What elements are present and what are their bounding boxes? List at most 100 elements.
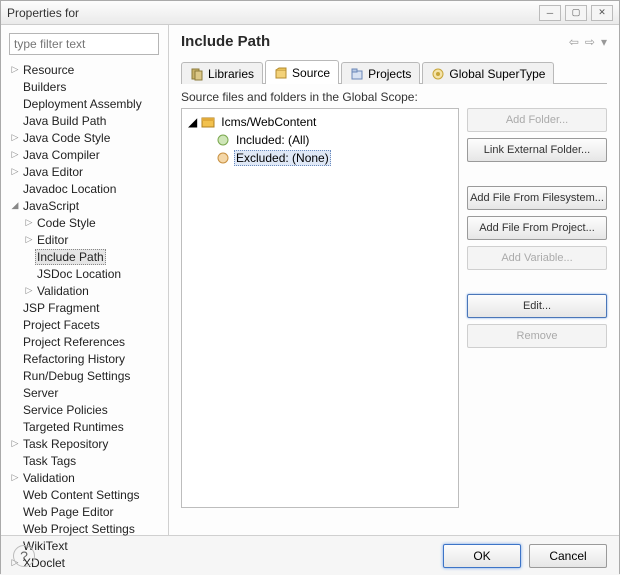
tree-node[interactable]: ▷Code Style (9, 214, 162, 231)
tree-node-label: Task Tags (21, 454, 78, 468)
window-title: Properties for (7, 6, 79, 20)
tree-node-label: Task Repository (21, 437, 110, 451)
ok-button[interactable]: OK (443, 544, 521, 568)
tree-node-label: Java Compiler (21, 148, 102, 162)
tree-node[interactable]: Project References (9, 333, 162, 350)
excluded-row[interactable]: Excluded: (None) (188, 149, 452, 167)
expanded-icon[interactable]: ◢ (9, 200, 21, 211)
tab-source[interactable]: Source (265, 60, 339, 84)
collapsed-icon[interactable]: ▷ (9, 132, 21, 143)
tab-bar: Libraries Source Projects Global SuperType (181, 60, 607, 84)
source-root-label: Icms/WebContent (219, 115, 318, 129)
tree-node-label: Refactoring History (21, 352, 127, 366)
back-icon[interactable]: ⇦ (569, 35, 579, 49)
help-button[interactable]: ? (13, 545, 35, 567)
tree-node-label: Project References (21, 335, 127, 349)
remove-button[interactable]: Remove (467, 324, 607, 348)
tree-node-label: Project Facets (21, 318, 102, 332)
tree-node-label: Javadoc Location (21, 182, 118, 196)
tree-node[interactable]: Service Policies (9, 401, 162, 418)
tree-node[interactable]: Run/Debug Settings (9, 367, 162, 384)
edit-button[interactable]: Edit... (467, 294, 607, 318)
tree-node-label: Builders (21, 80, 68, 94)
included-row[interactable]: Included: (All) (188, 131, 452, 149)
close-button[interactable]: ✕ (591, 5, 613, 21)
category-tree[interactable]: ▷ResourceBuildersDeployment AssemblyJava… (9, 61, 162, 571)
tree-node[interactable]: JSP Fragment (9, 299, 162, 316)
tab-label: Projects (368, 67, 411, 81)
tree-node[interactable]: ▷Validation (9, 469, 162, 486)
tree-node-label: Web Page Editor (21, 505, 116, 519)
tree-node[interactable]: ▷Task Repository (9, 435, 162, 452)
tree-node[interactable]: Java Build Path (9, 112, 162, 129)
tree-node-label: Java Editor (21, 165, 85, 179)
tree-node-label: JSP Fragment (21, 301, 101, 315)
collapsed-icon[interactable]: ▷ (23, 234, 35, 245)
tree-node-label: Web Content Settings (21, 488, 142, 502)
tree-node-label: Editor (35, 233, 70, 247)
tab-label: Source (292, 66, 330, 80)
excluded-label: Excluded: (None) (234, 150, 331, 166)
tree-node[interactable]: ▷Resource (9, 61, 162, 78)
tree-node[interactable]: Web Content Settings (9, 486, 162, 503)
tree-node[interactable]: Web Project Settings (9, 520, 162, 537)
collapsed-icon[interactable]: ▷ (9, 438, 21, 449)
tab-libraries[interactable]: Libraries (181, 62, 263, 84)
tree-node[interactable]: Server (9, 384, 162, 401)
filter-input[interactable] (9, 33, 159, 55)
add-folder-button[interactable]: Add Folder... (467, 108, 607, 132)
tab-label: Global SuperType (449, 67, 545, 81)
tree-node-label: Resource (21, 63, 76, 77)
add-file-project-button[interactable]: Add File From Project... (467, 216, 607, 240)
forward-icon[interactable]: ⇨ (585, 35, 595, 49)
tab-label: Libraries (208, 67, 254, 81)
collapsed-icon[interactable]: ▷ (23, 217, 35, 228)
collapsed-icon[interactable]: ▷ (9, 166, 21, 177)
scope-subhead: Source files and folders in the Global S… (181, 90, 607, 104)
maximize-button[interactable]: ▢ (565, 5, 587, 21)
collapsed-icon[interactable]: ▷ (23, 285, 35, 296)
tab-icon (431, 67, 445, 81)
tree-node[interactable]: Refactoring History (9, 350, 162, 367)
include-filter-icon (216, 133, 230, 147)
tree-node[interactable]: Builders (9, 78, 162, 95)
collapsed-icon[interactable]: ▷ (9, 472, 21, 483)
dropdown-icon[interactable]: ▾ (601, 35, 607, 49)
add-file-filesystem-button[interactable]: Add File From Filesystem... (467, 186, 607, 210)
tree-node[interactable]: JSDoc Location (9, 265, 162, 282)
collapsed-icon[interactable]: ▷ (9, 64, 21, 75)
right-panel: Include Path ⇦ ⇨ ▾ Libraries Source Projec… (169, 25, 619, 535)
tree-node[interactable]: ▷Java Compiler (9, 146, 162, 163)
tree-node-label: JavaScript (21, 199, 81, 213)
tree-node[interactable]: Javadoc Location (9, 180, 162, 197)
tree-node[interactable]: ▷Editor (9, 231, 162, 248)
collapsed-icon[interactable]: ▷ (9, 149, 21, 160)
source-root-row[interactable]: ◢ Icms/WebContent (188, 113, 452, 131)
tab-global-supertype[interactable]: Global SuperType (422, 62, 554, 84)
tree-node[interactable]: Include Path (9, 248, 162, 265)
collapse-icon[interactable]: ◢ (188, 115, 197, 129)
tree-node[interactable]: ▷Java Code Style (9, 129, 162, 146)
tree-node-label: Validation (21, 471, 77, 485)
source-tree[interactable]: ◢ Icms/WebContent Included: (All) Exclud… (181, 108, 459, 508)
tab-projects[interactable]: Projects (341, 62, 420, 84)
tree-node[interactable]: ▷Validation (9, 282, 162, 299)
tree-node-label: Run/Debug Settings (21, 369, 132, 383)
tree-node[interactable]: Deployment Assembly (9, 95, 162, 112)
tree-node[interactable]: Project Facets (9, 316, 162, 333)
tree-node[interactable]: Web Page Editor (9, 503, 162, 520)
tree-node-label: Validation (35, 284, 91, 298)
titlebar: Properties for ─ ▢ ✕ (1, 1, 619, 25)
add-variable-button[interactable]: Add Variable... (467, 246, 607, 270)
tree-node[interactable]: ◢JavaScript (9, 197, 162, 214)
tree-node-label: Java Code Style (21, 131, 112, 145)
tab-icon (350, 67, 364, 81)
link-external-folder-button[interactable]: Link External Folder... (467, 138, 607, 162)
page-title: Include Path (181, 33, 270, 50)
minimize-button[interactable]: ─ (539, 5, 561, 21)
tree-node[interactable]: Targeted Runtimes (9, 418, 162, 435)
tree-node-label: Targeted Runtimes (21, 420, 126, 434)
tree-node[interactable]: Task Tags (9, 452, 162, 469)
cancel-button[interactable]: Cancel (529, 544, 607, 568)
tree-node[interactable]: ▷Java Editor (9, 163, 162, 180)
